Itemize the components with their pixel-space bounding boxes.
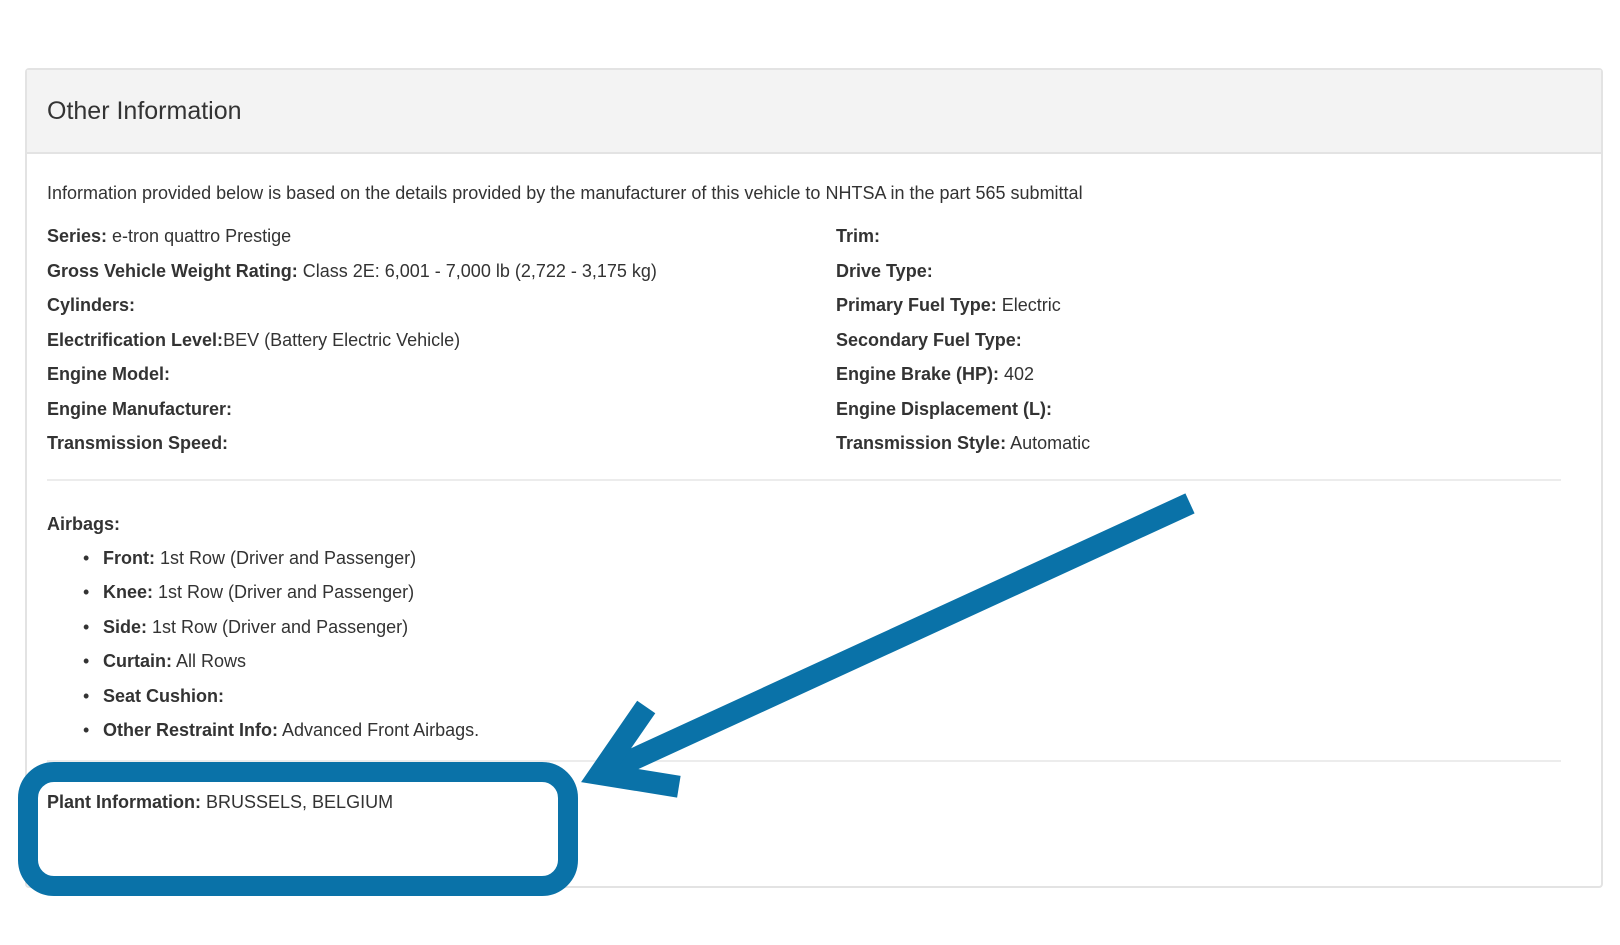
airbag-label: Other Restraint Info: bbox=[103, 720, 279, 740]
airbag-front: • Front: 1st Row (Driver and Passenger) bbox=[83, 541, 1581, 576]
bullet-glyph: • bbox=[83, 547, 90, 568]
bullet-glyph: • bbox=[83, 720, 90, 740]
bullet-glyph: • bbox=[83, 616, 90, 637]
airbag-curtain: • Curtain: All Rows bbox=[83, 644, 1581, 679]
spec-value: Class 2E: 6,001 - 7,000 lb (2,722 - 3,17… bbox=[297, 260, 657, 281]
spec-transmission-speed: Transmission Speed: bbox=[47, 426, 836, 461]
spec-label: Engine Model: bbox=[47, 364, 170, 384]
spec-engine-model: Engine Model: bbox=[47, 357, 836, 392]
spec-label: Series: bbox=[47, 226, 108, 246]
spec-gvwr: Gross Vehicle Weight Rating: Class 2E: 6… bbox=[47, 254, 836, 289]
spec-label: Transmission Style: bbox=[836, 433, 1007, 453]
spec-label: Engine Brake (HP): bbox=[836, 364, 1000, 384]
airbag-value: 1st Row (Driver and Passenger) bbox=[147, 616, 409, 637]
airbag-seat-cushion: • Seat Cushion: bbox=[83, 679, 1581, 714]
panel-title: Other Information bbox=[47, 96, 242, 125]
spec-grid: Series: e-tron quattro Prestige Gross Ve… bbox=[47, 219, 1581, 461]
airbag-other-restraint: • Other Restraint Info: Advanced Front Ai… bbox=[83, 713, 1581, 748]
spec-drive-type: Drive Type: bbox=[836, 254, 1581, 289]
airbag-value: Advanced Front Airbags. bbox=[278, 720, 480, 740]
spec-primary-fuel-type: Primary Fuel Type: Electric bbox=[836, 288, 1581, 323]
spec-label: Engine Manufacturer: bbox=[47, 398, 233, 419]
spec-label: Gross Vehicle Weight Rating: bbox=[47, 260, 298, 281]
spec-engine-brake: Engine Brake (HP): 402 bbox=[836, 357, 1581, 392]
airbag-label: Curtain: bbox=[103, 651, 172, 671]
spec-value: e-tron quattro Prestige bbox=[107, 226, 292, 246]
panel-heading: Other Information bbox=[27, 70, 1601, 154]
airbags-section: Airbags: • Front: 1st Row (Driver and Pas… bbox=[47, 507, 1581, 748]
airbag-side: • Side: 1st Row (Driver and Passenger) bbox=[83, 610, 1581, 645]
airbag-knee: • Knee: 1st Row (Driver and Passenger) bbox=[83, 575, 1581, 610]
airbag-list: • Front: 1st Row (Driver and Passenger) •… bbox=[47, 541, 1581, 748]
airbag-value: All Rows bbox=[172, 651, 247, 671]
spec-label: Transmission Speed: bbox=[47, 433, 229, 453]
airbag-value: 1st Row (Driver and Passenger) bbox=[153, 582, 415, 602]
section-divider bbox=[47, 478, 1561, 481]
airbag-value: 1st Row (Driver and Passenger) bbox=[154, 547, 417, 568]
spec-value: BEV (Battery Electric Vehicle) bbox=[223, 329, 461, 350]
airbag-label: Knee: bbox=[103, 582, 154, 602]
spec-value: Automatic bbox=[1006, 433, 1091, 453]
bullet-glyph: • bbox=[83, 582, 90, 602]
spec-label: Trim: bbox=[836, 226, 881, 246]
intro-text: Information provided below is based on t… bbox=[47, 183, 1083, 203]
spec-engine-displacement: Engine Displacement (L): bbox=[836, 392, 1581, 427]
spec-column-right: Trim: Drive Type: Primary Fuel Type: Ele… bbox=[836, 219, 1581, 461]
spec-value: 402 bbox=[999, 364, 1035, 384]
spec-label: Engine Displacement (L): bbox=[836, 398, 1053, 419]
page: Other Information Information provided b… bbox=[0, 0, 1620, 945]
bullet-glyph: • bbox=[83, 651, 90, 671]
spec-engine-manufacturer: Engine Manufacturer: bbox=[47, 392, 836, 427]
airbag-label: Front: bbox=[103, 547, 155, 568]
spec-transmission-style: Transmission Style: Automatic bbox=[836, 426, 1581, 461]
spec-cylinders: Cylinders: bbox=[47, 288, 836, 323]
spec-electrification-level: Electrification Level:BEV (Battery Elect… bbox=[47, 323, 836, 358]
spec-label: Primary Fuel Type: bbox=[836, 295, 997, 315]
spec-label: Secondary Fuel Type: bbox=[836, 329, 1022, 350]
spec-label: Drive Type: bbox=[836, 260, 933, 281]
spec-column-left: Series: e-tron quattro Prestige Gross Ve… bbox=[47, 219, 836, 461]
bullet-glyph: • bbox=[83, 685, 90, 706]
airbag-label: Seat Cushion: bbox=[103, 685, 225, 706]
panel-body: Information provided below is based on t… bbox=[27, 154, 1601, 819]
spec-label: Cylinders: bbox=[47, 295, 136, 315]
airbags-heading: Airbags: bbox=[47, 513, 121, 534]
airbag-label: Side: bbox=[103, 616, 148, 637]
spec-value: Electric bbox=[996, 295, 1061, 315]
highlight-box-annotation bbox=[18, 762, 578, 896]
spec-series: Series: e-tron quattro Prestige bbox=[47, 219, 836, 254]
spec-secondary-fuel-type: Secondary Fuel Type: bbox=[836, 323, 1581, 358]
spec-trim: Trim: bbox=[836, 219, 1581, 254]
spec-label: Electrification Level: bbox=[47, 329, 224, 350]
